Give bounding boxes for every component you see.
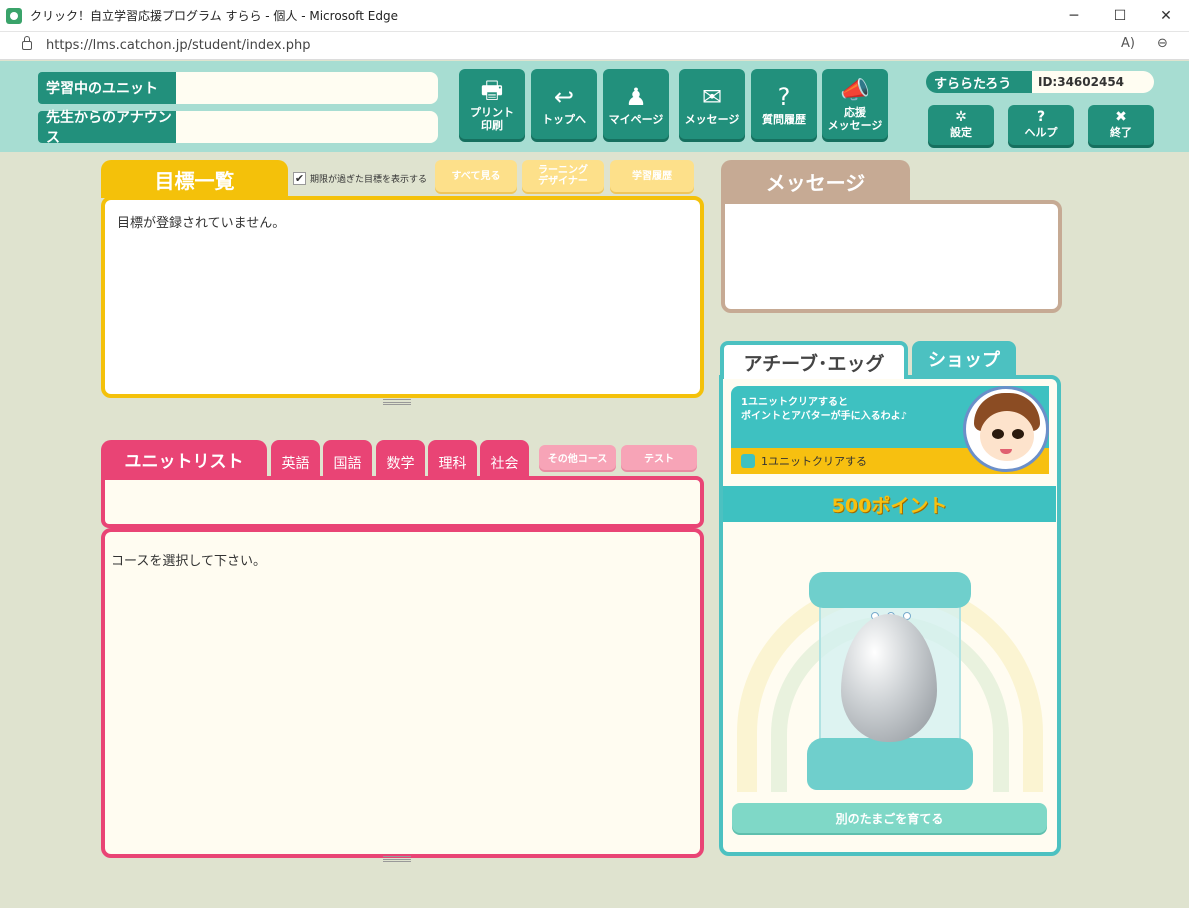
mypage-button[interactable]: ♟ マイページ (603, 69, 669, 139)
tab-english[interactable]: 英語 (271, 440, 320, 478)
mission-task-text: 1ユニットクリアする (761, 455, 867, 468)
tab-social[interactable]: 社会 (480, 440, 529, 478)
unit-list-box: コースを選択して下さい。 (101, 528, 704, 858)
other-course-button[interactable]: その他コース (539, 445, 616, 470)
tab-achieve-egg[interactable]: アチーブ･エッグ (720, 341, 908, 379)
current-unit-value (176, 72, 438, 104)
announce-label: 先生からのアナウンス (38, 110, 176, 146)
goal-resize-handle[interactable] (383, 399, 411, 405)
question-history-button[interactable]: ? 質問履歴 (751, 69, 817, 139)
url-text[interactable]: https://lms.catchon.jp/student/index.php (46, 38, 310, 53)
message-tab[interactable]: メッセージ (721, 160, 910, 202)
tab-science[interactable]: 理科 (428, 440, 477, 478)
capsule-lid (809, 572, 971, 608)
goal-empty-text: 目標が登録されていません。 (117, 216, 286, 231)
megaphone-icon: 📣 (840, 76, 870, 104)
browser-title-bar: クリック！自立学習応援プログラム すらら - 個人 - Microsoft Ed… (0, 0, 1189, 32)
goal-list-tab[interactable]: 目標一覧 (101, 160, 288, 198)
exit-button[interactable]: ✖ 終了 (1088, 105, 1154, 145)
raise-another-egg-button[interactable]: 別のたまごを育てる (732, 803, 1047, 833)
app-icon (6, 7, 22, 24)
mail-icon: ✉ (701, 82, 723, 111)
printer-icon: 🖶 (480, 76, 504, 104)
learning-designer-button[interactable]: ラーニング デザイナー (522, 160, 604, 192)
avatar-eye-left (992, 429, 1004, 439)
flag-icon (741, 454, 755, 468)
test-button[interactable]: テスト (621, 445, 697, 470)
view-all-button[interactable]: すべて見る (435, 160, 517, 192)
minimize-button[interactable]: ─ (1051, 0, 1097, 32)
settings-button[interactable]: ✲ 設定 (928, 105, 994, 145)
print-button[interactable]: 🖶 プリント 印刷 (459, 69, 525, 139)
window-title: クリック！自立学習応援プログラム すらら - 個人 - Microsoft Ed… (30, 9, 398, 23)
message-box (721, 200, 1062, 313)
tab-shop[interactable]: ショップ (912, 341, 1016, 377)
current-unit-label: 学習中のユニット (38, 72, 176, 104)
zoom-icon[interactable]: ⊖ (1157, 36, 1168, 51)
unit-list-header-box (101, 476, 704, 528)
egg-capsule-illustration (737, 560, 1043, 792)
message-button[interactable]: ✉ メッセージ (679, 69, 745, 139)
avatar-eye-right (1012, 429, 1024, 439)
question-icon: ? (777, 82, 791, 111)
points-display: 500ポイント (723, 486, 1056, 522)
gear-icon: ✲ (955, 109, 967, 125)
unit-empty-text: コースを選択して下さい。 (111, 554, 266, 569)
announce-value (176, 111, 438, 143)
tab-japanese[interactable]: 国語 (323, 440, 372, 478)
cheer-message-button[interactable]: 📣 応援 メッセージ (822, 69, 888, 139)
show-expired-checkbox[interactable]: ✔ 期限が過ぎた目標を表示する (293, 172, 427, 185)
avatar (963, 386, 1049, 472)
address-bar[interactable]: https://lms.catchon.jp/student/index.php (0, 32, 1189, 60)
help-button[interactable]: ? ヘルプ (1008, 105, 1074, 145)
tab-math[interactable]: 数学 (376, 440, 425, 478)
learning-history-button[interactable]: 学習履歴 (610, 160, 694, 192)
close-button[interactable]: ✕ (1143, 0, 1189, 32)
top-button[interactable]: ↩ トップへ (531, 69, 597, 139)
maximize-button[interactable]: ☐ (1097, 0, 1143, 32)
return-icon: ↩ (553, 82, 575, 111)
user-id: ID:34602454 (1032, 71, 1154, 93)
exit-icon: ✖ (1115, 109, 1127, 125)
check-icon[interactable]: ✔ (293, 172, 306, 185)
capsule-base (807, 738, 973, 790)
user-name: すららたろう (926, 71, 1032, 93)
read-aloud-icon[interactable]: A) (1121, 36, 1135, 51)
help-icon: ? (1036, 109, 1046, 125)
mission-text: 1ユニットクリアすると ポイントとアバターが手に入るわよ♪ (741, 397, 907, 422)
show-expired-label: 期限が過ぎた目標を表示する (310, 175, 428, 185)
unit-resize-handle[interactable] (383, 856, 411, 862)
person-icon: ♟ (625, 82, 647, 111)
goal-list-box: 目標が登録されていません。 (101, 196, 704, 398)
unit-list-tab[interactable]: ユニットリスト (101, 440, 267, 478)
lock-icon (22, 36, 32, 50)
